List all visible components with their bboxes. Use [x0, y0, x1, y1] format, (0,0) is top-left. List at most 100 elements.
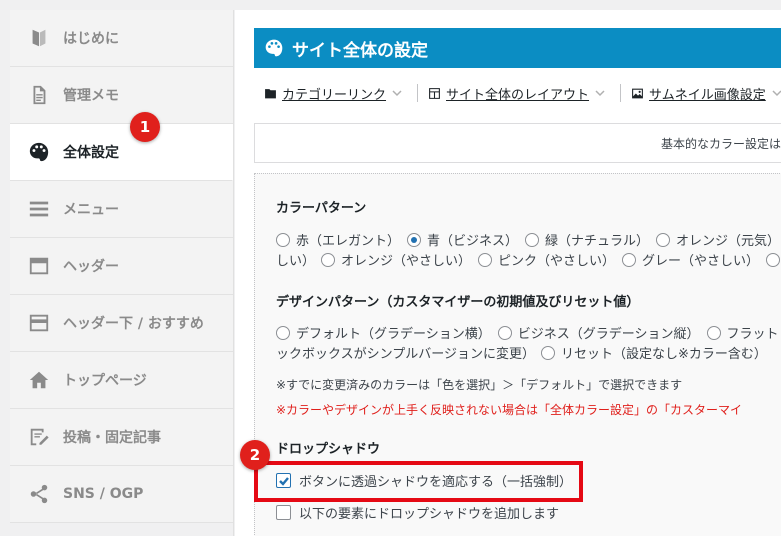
color-option-gray-soft[interactable]: グレー（やさしい） — [622, 250, 759, 269]
radio-button[interactable] — [525, 232, 540, 247]
tab-label: カテゴリーリンク — [282, 87, 387, 103]
sidebar-item-label: ヘッダー — [63, 259, 119, 275]
section-tabs: カテゴリーリンク サイト全体のレイアウト サムネイル画像設定 — [264, 82, 781, 104]
leaf-icon — [28, 27, 50, 49]
step-badge-1: 1 — [130, 112, 160, 142]
color-option-red[interactable]: 赤（エレガント） — [276, 230, 400, 249]
design-pattern-row-2: ックボックスがシンプルバージョンに変更） リセット（設定なし※カラー含む） — [276, 343, 774, 362]
drop-shadow-title: ドロップシャドウ — [276, 442, 381, 457]
menu-icon — [28, 198, 50, 220]
option-label: オレンジ（元気） — [676, 234, 781, 249]
design-option-reset[interactable]: リセット（設定なし※カラー含む） — [540, 343, 767, 362]
design-pattern-row-1: デフォルト（グラデーション横） ビジネス（グラデーション縦） フラット — [276, 323, 781, 342]
page-title-bar: サイト全体の設定 — [254, 28, 781, 68]
tab-site-layout[interactable]: サイト全体のレイアウト — [428, 84, 610, 103]
tab-divider — [417, 84, 419, 102]
sidebar-item-label: 投稿・固定記事 — [63, 430, 161, 446]
option-label: リセット（設定なし※カラー含む） — [560, 347, 767, 362]
color-option-blue[interactable]: 青（ビジネス） — [407, 230, 518, 249]
image-icon — [632, 88, 643, 98]
option-label: オレンジ（やさしい） — [341, 254, 472, 269]
checkbox[interactable] — [276, 505, 291, 520]
design-option-flat[interactable]: フラット — [706, 323, 779, 342]
step-badge-2: 2 — [240, 440, 270, 470]
color-option-orange[interactable]: オレンジ（元気） — [656, 230, 780, 249]
sidebar-item-menu[interactable]: メニュー — [10, 181, 233, 238]
radio-button[interactable] — [407, 232, 422, 247]
radio-button[interactable] — [478, 252, 493, 267]
share-icon — [28, 483, 50, 505]
palette-icon — [28, 141, 50, 163]
sidebar-item-global-settings[interactable]: 全体設定 — [10, 124, 233, 181]
settings-sidebar: はじめに 管理メモ 全体設定 メニュー ヘッダー ヘッダー下 / おすすめ トッ… — [10, 10, 234, 536]
warning-note: ※カラーやデザインが上手く反映されない場合は「全体カラー設定」の「カスターマイ — [276, 403, 743, 417]
option-label: フラット — [726, 327, 779, 342]
option-label: ビジネス（グラデーション縦） — [517, 327, 700, 342]
sidebar-item-top-page[interactable]: トップページ — [10, 352, 233, 409]
radio-button[interactable] — [540, 345, 555, 360]
radio-button[interactable] — [706, 325, 721, 340]
tab-label: サイト全体のレイアウト — [446, 87, 590, 103]
palette-icon — [265, 39, 283, 57]
option-label: 緑（ナチュラル） — [545, 234, 650, 249]
sidebar-item-intro[interactable]: はじめに — [10, 10, 233, 67]
header-below-icon — [28, 312, 50, 334]
sidebar-item-memo[interactable]: 管理メモ — [10, 67, 233, 124]
design-option-default[interactable]: デフォルト（グラデーション横） — [276, 323, 491, 342]
radio-button[interactable] — [656, 232, 671, 247]
color-pattern-title: カラーパターン — [276, 201, 367, 216]
radio-button[interactable] — [321, 252, 336, 267]
main-panel: サイト全体の設定 カテゴリーリンク サイト全体のレイアウト サムネイル画像設定 … — [235, 10, 781, 536]
sidebar-item-posts[interactable]: 投稿・固定記事 — [10, 409, 233, 466]
color-option-pink-soft[interactable]: ピンク（やさしい） — [478, 250, 615, 269]
tab-thumbnail-settings[interactable]: サムネイル画像設定 — [631, 84, 781, 103]
option-label: 赤（エレガント） — [296, 234, 401, 249]
document-icon — [28, 84, 50, 106]
radio-button[interactable] — [622, 252, 637, 267]
info-text: 基本的なカラー設定は「 — [660, 136, 781, 151]
edit-icon — [28, 426, 50, 448]
tab-label: サムネイル画像設定 — [649, 87, 766, 103]
page-title: サイト全体の設定 — [292, 40, 428, 61]
folder-icon — [265, 88, 276, 98]
sidebar-item-label: はじめに — [63, 31, 119, 47]
tab-category-link[interactable]: カテゴリーリンク — [264, 84, 407, 103]
option-label: 青（ビジネス） — [427, 234, 519, 249]
option-label-continued: ックボックスがシンプルバージョンに変更） — [276, 347, 535, 362]
chevron-down-icon — [392, 90, 402, 97]
color-option-green[interactable]: 緑（ナチュラル） — [525, 230, 649, 249]
highlight-box — [254, 461, 583, 502]
sidebar-item-label: ヘッダー下 / おすすめ — [63, 316, 204, 332]
sidebar-item-label: トップページ — [63, 373, 147, 389]
layout-icon — [429, 87, 440, 99]
color-option-orange-soft[interactable]: オレンジ（やさしい） — [321, 250, 471, 269]
radio-button[interactable] — [276, 232, 290, 247]
drop-shadow-elements-option[interactable]: 以下の要素にドロップシャドウを追加します — [276, 503, 559, 522]
option-label-continued: しい） — [276, 254, 316, 269]
sidebar-item-header[interactable]: ヘッダー — [10, 238, 233, 295]
option-label: 以下の要素にドロップシャドウを追加します — [299, 507, 560, 522]
color-change-note: ※すでに変更済みのカラーは「色を選択」＞「デフォルト」で選択できます — [276, 378, 683, 392]
sidebar-item-label: 管理メモ — [63, 88, 119, 104]
color-pattern-row-1: 赤（エレガント） 青（ビジネス） 緑（ナチュラル） オレンジ（元気） — [276, 230, 781, 249]
sidebar-item-label: メニュー — [63, 202, 119, 218]
chevron-down-icon — [772, 90, 781, 97]
sidebar-item-label: 全体設定 — [63, 145, 119, 161]
option-label: グレー（やさしい） — [642, 254, 760, 269]
radio-button[interactable] — [766, 252, 781, 267]
color-pattern-row-2: しい） オレンジ（やさしい） ピンク（やさしい） グレー（やさしい） — [276, 250, 781, 269]
radio-button[interactable] — [497, 325, 512, 340]
sidebar-item-sns[interactable]: SNS / OGP — [10, 466, 233, 523]
design-pattern-title: デザインパターン（カスタマイザーの初期値及びリセット値） — [276, 295, 640, 310]
option-label: ピンク（やさしい） — [498, 254, 616, 269]
sidebar-item-label: SNS / OGP — [63, 486, 144, 502]
chevron-down-icon — [595, 90, 605, 97]
home-icon — [28, 369, 50, 391]
option-label: デフォルト（グラデーション横） — [296, 327, 491, 342]
tab-divider — [620, 84, 622, 102]
info-notice: 基本的なカラー設定は「 — [254, 123, 781, 163]
design-option-business[interactable]: ビジネス（グラデーション縦） — [497, 323, 700, 342]
radio-button[interactable] — [276, 325, 290, 340]
header-icon — [28, 255, 50, 277]
sidebar-item-header-below[interactable]: ヘッダー下 / おすすめ — [10, 295, 233, 352]
